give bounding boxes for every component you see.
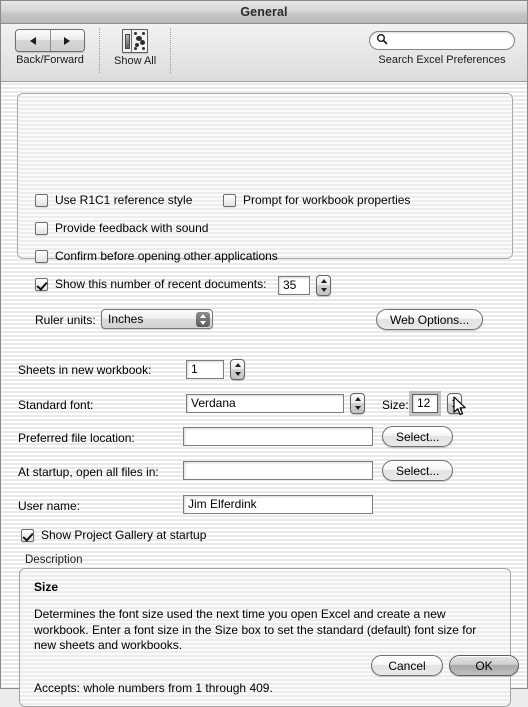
search-label: Search Excel Preferences (378, 54, 506, 66)
ruler-units-value: Inches (108, 312, 144, 326)
description-heading: Size (34, 580, 59, 594)
back-forward-label: Back/Forward (16, 54, 84, 66)
use-r1c1-label: Use R1C1 reference style (55, 193, 193, 207)
prompt-workbook-properties-label: Prompt for workbook properties (243, 193, 411, 207)
preferences-content: Use R1C1 reference style Prompt for work… (1, 82, 527, 707)
stepper-down-icon[interactable] (234, 372, 241, 377)
search-field[interactable] (369, 31, 515, 50)
size-label: Size: (382, 398, 409, 412)
confirm-before-opening-checkbox[interactable] (35, 249, 48, 263)
show-project-gallery-label: Show Project Gallery at startup (41, 528, 207, 542)
checkbox-row-use-r1c1[interactable]: Use R1C1 reference style (35, 193, 192, 207)
size-input[interactable]: 12 (412, 394, 438, 413)
user-name-value: Jim Elferdink (188, 497, 257, 511)
confirm-before-opening-label: Confirm before opening other application… (55, 249, 278, 263)
stepper-down-icon[interactable] (320, 288, 327, 293)
back-button[interactable] (16, 30, 50, 51)
cancel-button[interactable]: Cancel (371, 655, 443, 676)
sheets-in-new-workbook-value: 1 (191, 362, 198, 376)
show-all-button[interactable]: Show All (114, 24, 156, 67)
checkbox-row-confirm-before-opening[interactable]: Confirm before opening other application… (35, 249, 278, 263)
toolbar-divider-2 (170, 28, 172, 73)
toolbar: Back/Forward Show All Search Excel Prefe… (1, 24, 527, 82)
recent-documents-label: Show this number of recent documents: (55, 277, 267, 291)
show-all-icon-grid (132, 30, 148, 52)
checkbox-row-prompt-workbook-properties[interactable]: Prompt for workbook properties (223, 193, 410, 207)
stepper-up-icon[interactable] (451, 396, 458, 401)
recent-documents-checkbox[interactable] (35, 277, 48, 291)
user-name-input[interactable]: Jim Elferdink (183, 495, 373, 514)
stepper-up-icon[interactable] (320, 278, 327, 283)
checkbox-row-provide-feedback-sound[interactable]: Provide feedback with sound (35, 221, 208, 235)
standard-font-stepper[interactable] (350, 393, 365, 414)
ruler-units-popup[interactable]: Inches (101, 309, 213, 329)
back-arrow-icon (29, 36, 36, 45)
back-forward-segmented[interactable] (15, 29, 85, 52)
sheets-in-new-workbook-input[interactable]: 1 (186, 360, 224, 379)
at-startup-open-all-select-button[interactable]: Select... (382, 460, 454, 481)
sheets-in-new-workbook-stepper[interactable] (230, 359, 245, 380)
preferred-file-location-select-button[interactable]: Select... (382, 426, 454, 447)
ruler-units-label: Ruler units: (35, 313, 96, 327)
stepper-down-icon[interactable] (354, 406, 361, 411)
stepper-down-icon[interactable] (451, 406, 458, 411)
back-forward-control[interactable]: Back/Forward (15, 24, 85, 66)
at-startup-open-all-label: At startup, open all files in: (18, 465, 159, 479)
user-name-label: User name: (18, 499, 81, 513)
show-project-gallery-checkbox[interactable] (21, 528, 34, 542)
at-startup-open-all-input[interactable] (183, 461, 373, 480)
recent-documents-stepper[interactable] (316, 275, 331, 296)
toolbar-divider-1 (99, 28, 100, 73)
popup-arrows-icon (196, 312, 210, 327)
dialog-footer: Cancel OK (1, 644, 527, 690)
description-section-label: Description (25, 554, 83, 566)
window-titlebar: General (1, 1, 527, 24)
recent-documents-input[interactable]: 35 (278, 276, 310, 295)
web-options-button[interactable]: Web Options... (376, 309, 484, 330)
search-icon (376, 33, 388, 48)
provide-feedback-sound-label: Provide feedback with sound (55, 221, 209, 235)
forward-button[interactable] (49, 30, 84, 51)
show-all-label: Show All (114, 55, 157, 67)
recent-documents-row[interactable]: Show this number of recent documents: (35, 277, 266, 291)
stepper-up-icon[interactable] (234, 362, 241, 367)
provide-feedback-sound-checkbox[interactable] (35, 221, 48, 235)
show-all-icon-left-panel (123, 30, 133, 52)
use-r1c1-checkbox[interactable] (35, 193, 48, 207)
ok-button[interactable]: OK (449, 655, 519, 676)
preferred-file-location-label: Preferred file location: (18, 431, 135, 445)
show-all-icon (122, 29, 149, 53)
prompt-workbook-properties-checkbox[interactable] (223, 193, 236, 207)
standard-font-value: Verdana (191, 396, 236, 410)
preferences-window: General Back/Forward Show All Search Exc… (0, 0, 528, 707)
search-area: Search Excel Preferences (369, 24, 527, 66)
size-value: 12 (417, 396, 431, 410)
size-stepper[interactable] (447, 393, 462, 414)
forward-arrow-icon (64, 36, 71, 45)
window-title: General (240, 5, 288, 19)
sheets-in-new-workbook-label: Sheets in new workbook: (18, 363, 152, 377)
show-project-gallery-row[interactable]: Show Project Gallery at startup (21, 528, 206, 542)
preferred-file-location-input[interactable] (183, 427, 373, 446)
standard-font-label: Standard font: (18, 398, 94, 412)
recent-documents-value: 35 (283, 278, 297, 292)
standard-font-input[interactable]: Verdana (186, 394, 344, 413)
stepper-up-icon[interactable] (354, 396, 361, 401)
